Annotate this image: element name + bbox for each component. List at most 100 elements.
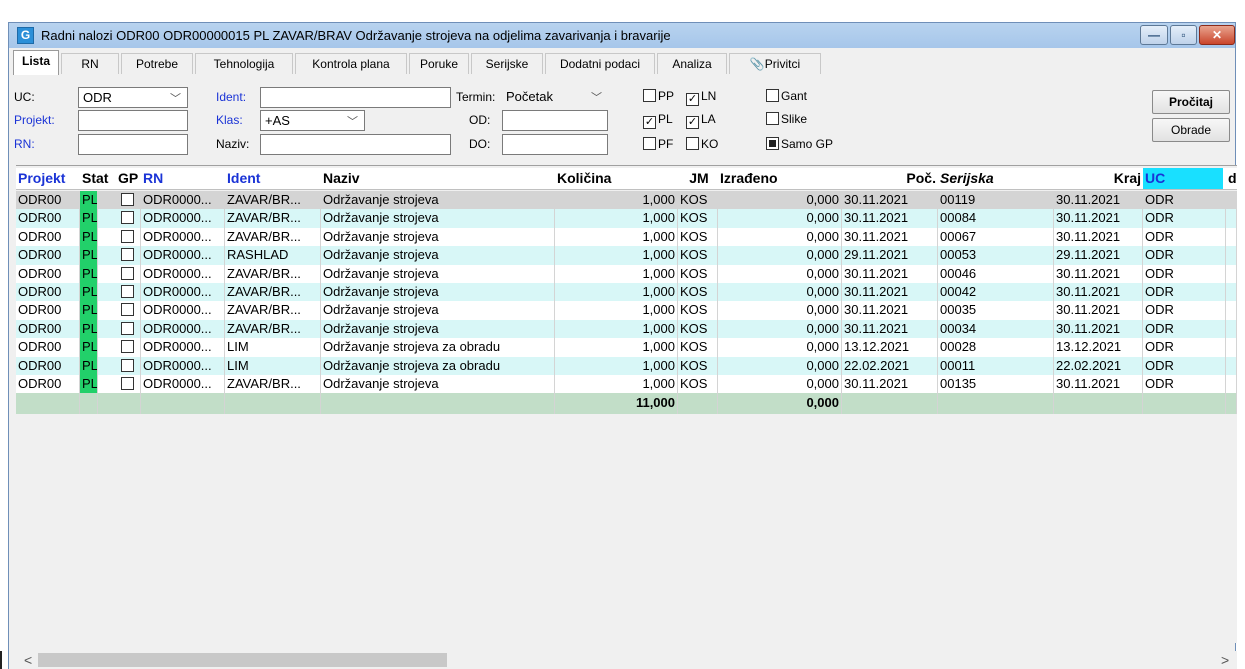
table-row[interactable]: ODR00 PL ODR0000... ZAVAR/BR... Održavanje s…: [16, 227, 1237, 247]
tab-poruke[interactable]: Poruke: [409, 53, 469, 74]
table-row[interactable]: ODR00 PL ODR0000... ZAVAR/BR... Održavanje s…: [16, 301, 1237, 320]
tab-potrebe[interactable]: Potrebe: [121, 53, 193, 74]
chevron-down-icon: ﹀: [347, 116, 358, 128]
ident-input[interactable]: [260, 87, 451, 108]
tab-serijske[interactable]: Serijske: [471, 53, 543, 74]
do-input[interactable]: [502, 134, 608, 155]
cell-poc: 30.11.2021: [842, 319, 938, 339]
od-input[interactable]: [502, 110, 608, 131]
table-row[interactable]: ODR00 PL ODR0000... ZAVAR/BR... Održavanje s…: [16, 191, 1237, 210]
tab-tehnologija[interactable]: Tehnologija: [195, 53, 293, 74]
table-row[interactable]: ODR00 PL ODR0000... ZAVAR/BR... Održavanje s…: [16, 319, 1237, 339]
close-button[interactable]: ✕: [1199, 25, 1235, 45]
gp-checkbox[interactable]: [121, 211, 134, 225]
cell-stat: PL: [80, 227, 98, 247]
la-checkbox-box: ✓: [686, 116, 699, 129]
col-header-kolicina[interactable]: Količina: [555, 168, 678, 189]
gant-checkbox[interactable]: Gant: [766, 89, 807, 105]
cell-d: [1226, 375, 1237, 394]
pf-checkbox[interactable]: PF: [643, 137, 673, 153]
cell-jm: KOS: [678, 191, 718, 210]
la-checkbox[interactable]: ✓ LA: [686, 112, 716, 129]
col-header-naziv[interactable]: Naziv: [321, 168, 555, 189]
termin-select[interactable]: Početak ﹀: [502, 87, 608, 108]
gp-checkbox[interactable]: [121, 266, 134, 280]
tab-rn[interactable]: RN: [61, 53, 119, 74]
col-header-izradeno[interactable]: Izrađeno: [718, 168, 842, 189]
naziv-input[interactable]: [260, 134, 451, 155]
cell-d: [1226, 209, 1237, 228]
gp-checkbox[interactable]: [121, 248, 134, 262]
gp-checkbox[interactable]: [121, 285, 134, 298]
tab-privitci[interactable]: 📎Privitci: [729, 53, 821, 74]
ko-checkbox[interactable]: KO: [686, 137, 718, 153]
cell-projekt: ODR00: [16, 283, 80, 302]
scroll-right-icon[interactable]: >: [1221, 652, 1229, 668]
table-row[interactable]: ODR00 PL ODR0000... LIM Održavanje strojeva …: [16, 356, 1237, 375]
table-row[interactable]: ODR00 PL ODR0000... ZAVAR/BR... Održavanje s…: [16, 375, 1237, 394]
scroll-left-icon[interactable]: <: [24, 652, 32, 668]
title-bar[interactable]: G Radni nalozi ODR00 ODR00000015 PL ZAVA…: [8, 22, 1236, 48]
projekt-input[interactable]: [78, 110, 188, 131]
tab-lista[interactable]: Lista: [13, 50, 59, 75]
pp-checkbox[interactable]: PP: [643, 89, 674, 105]
col-header-poc[interactable]: Poč.: [842, 168, 938, 189]
col-header-stat[interactable]: Stat: [80, 168, 116, 189]
ln-checkbox[interactable]: ✓ LN: [686, 89, 716, 106]
total-cell-gp: [116, 393, 141, 415]
pl-checkbox[interactable]: ✓ PL: [643, 112, 673, 129]
tab-analiza[interactable]: Analiza: [657, 53, 727, 74]
col-header-uc[interactable]: UC: [1143, 168, 1223, 189]
klas-select[interactable]: +AS ﹀: [260, 110, 365, 131]
gp-checkbox[interactable]: [121, 303, 134, 317]
window-edge: [0, 651, 2, 669]
col-header-jm[interactable]: JM: [678, 168, 718, 189]
uc-select-value: ODR: [83, 90, 112, 105]
col-header-projekt[interactable]: Projekt: [16, 168, 80, 189]
cell-ident: ZAVAR/BR...: [225, 283, 321, 302]
procitaj-button[interactable]: Pročitaj: [1152, 90, 1230, 114]
gp-checkbox[interactable]: [121, 377, 134, 390]
table-row[interactable]: ODR00 PL ODR0000... RASHLAD Održavanje stroj…: [16, 246, 1237, 265]
slike-checkbox[interactable]: Slike: [766, 112, 807, 128]
horizontal-scrollbar[interactable]: < >: [16, 651, 1237, 669]
minimize-button[interactable]: —: [1140, 25, 1168, 45]
table-row[interactable]: ODR00 PL ODR0000... ZAVAR/BR... Održavanje s…: [16, 264, 1237, 283]
cell-projekt: ODR00: [16, 301, 80, 320]
scrollbar-thumb[interactable]: [38, 653, 447, 667]
col-header-rn[interactable]: RN: [141, 168, 225, 189]
cell-projekt: ODR00: [16, 319, 80, 339]
col-header-d[interactable]: d: [1226, 168, 1237, 189]
gp-checkbox[interactable]: [121, 193, 134, 206]
col-header-serijska[interactable]: Serijska: [938, 168, 1054, 189]
col-header-ident[interactable]: Ident: [225, 168, 321, 189]
uc-select[interactable]: ODR ﹀: [78, 87, 188, 108]
col-header-kraj[interactable]: Kraj: [1054, 168, 1143, 189]
tab-dodatni-podaci[interactable]: Dodatni podaci: [545, 53, 655, 74]
gp-checkbox[interactable]: [121, 358, 134, 372]
cell-d: [1226, 264, 1237, 283]
tab-kontrola-plana[interactable]: Kontrola plana: [295, 53, 407, 74]
cell-ident: ZAVAR/BR...: [225, 264, 321, 283]
minimize-icon: —: [1148, 28, 1160, 42]
gp-checkbox[interactable]: [121, 321, 134, 335]
cell-serijska: 00053: [938, 246, 1054, 265]
gp-checkbox[interactable]: [121, 229, 134, 243]
cell-jm: KOS: [678, 264, 718, 283]
table-row[interactable]: ODR00 PL ODR0000... ZAVAR/BR... Održavanje s…: [16, 283, 1237, 302]
cell-poc: 29.11.2021: [842, 246, 938, 265]
obrade-button[interactable]: Obrade: [1152, 118, 1230, 142]
cell-jm: KOS: [678, 227, 718, 247]
col-header-gp[interactable]: GP: [116, 168, 141, 189]
maximize-icon: ▫: [1181, 28, 1186, 42]
maximize-button[interactable]: ▫: [1170, 25, 1197, 45]
table-row[interactable]: ODR00 PL ODR0000... LIM Održavanje strojeva …: [16, 338, 1237, 357]
rn-input[interactable]: [78, 134, 188, 155]
cell-jm: KOS: [678, 338, 718, 357]
cell-izradeno: 0,000: [718, 301, 842, 320]
samo-gp-checkbox[interactable]: Samo GP: [766, 137, 833, 153]
gp-checkbox[interactable]: [121, 340, 134, 354]
cell-jm: KOS: [678, 356, 718, 375]
table-row[interactable]: ODR00 PL ODR0000... ZAVAR/BR... Održavanje s…: [16, 209, 1237, 228]
cell-gp: [116, 338, 141, 357]
